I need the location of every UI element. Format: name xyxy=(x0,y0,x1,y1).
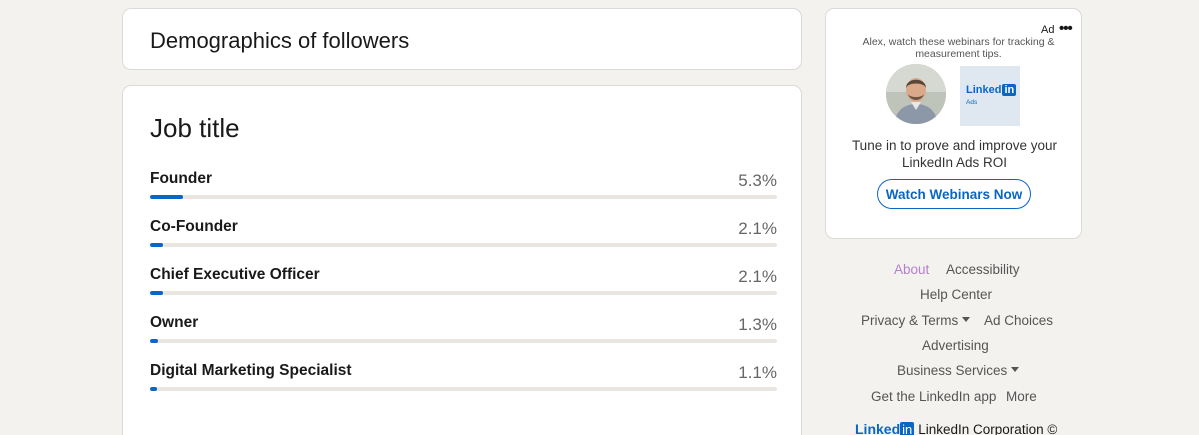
footer-more-link[interactable]: More xyxy=(1006,389,1037,404)
avatar xyxy=(886,64,946,124)
job-title-percent: 1.1% xyxy=(738,363,777,382)
logo-word: Linked xyxy=(966,84,1002,96)
more-options-icon[interactable]: ••• xyxy=(1059,20,1073,37)
job-title-percent: 2.1% xyxy=(738,267,777,286)
footer-privacy-terms-dropdown[interactable]: Privacy & Terms xyxy=(861,313,971,328)
footer-advertising-link[interactable]: Advertising xyxy=(922,338,989,353)
job-title-label: Co-Founder xyxy=(150,218,238,235)
job-title-percent: 1.3% xyxy=(738,315,777,334)
caret-down-icon xyxy=(962,317,971,322)
demographics-card: Demographics of followers xyxy=(122,8,802,70)
percent-bar-fill xyxy=(150,387,157,391)
percent-bar-fill xyxy=(150,291,164,295)
linkedin-ads-logo: Linked in Ads xyxy=(960,66,1020,126)
job-title-card: Job title Founder 5.3% Co-Founder 2.1% C… xyxy=(122,85,802,435)
footer-business-services-dropdown[interactable]: Business Services xyxy=(897,363,1020,378)
demographics-title: Demographics of followers xyxy=(150,28,410,53)
job-title-label: Founder xyxy=(150,170,212,187)
job-title-heading: Job title xyxy=(150,113,240,143)
footer-brand: Linked in LinkedIn Corporation © xyxy=(855,421,1057,435)
percent-bar-fill xyxy=(150,195,184,199)
job-title-row: Digital Marketing Specialist 1.1% xyxy=(150,362,777,402)
footer-help-center-link[interactable]: Help Center xyxy=(920,287,992,302)
ad-label: Ad xyxy=(1041,24,1055,36)
footer-about-link[interactable]: About xyxy=(894,262,929,277)
percent-bar-track xyxy=(150,291,777,295)
job-title-label: Digital Marketing Specialist xyxy=(150,362,352,379)
percent-bar-track xyxy=(150,387,777,391)
job-title-row: Founder 5.3% xyxy=(150,170,777,210)
watch-webinars-button[interactable]: Watch Webinars Now xyxy=(877,179,1031,209)
ad-card[interactable]: Ad ••• Alex, watch these webinars for tr… xyxy=(825,8,1082,239)
footer-get-app-link[interactable]: Get the LinkedIn app xyxy=(871,389,996,404)
job-title-row: Co-Founder 2.1% xyxy=(150,218,777,258)
corporation-text: LinkedIn Corporation © xyxy=(918,422,1058,435)
privacy-terms-label: Privacy & Terms xyxy=(861,313,959,328)
business-services-label: Business Services xyxy=(897,363,1008,378)
percent-bar-track xyxy=(150,195,777,199)
caret-down-icon xyxy=(1011,367,1020,372)
footer-ad-choices-link[interactable]: Ad Choices xyxy=(984,313,1053,328)
logo-sub: Ads xyxy=(966,99,978,106)
percent-bar-track xyxy=(150,243,777,247)
job-title-label: Chief Executive Officer xyxy=(150,266,320,283)
job-title-row: Chief Executive Officer 2.1% xyxy=(150,266,777,306)
footer-accessibility-link[interactable]: Accessibility xyxy=(946,262,1020,277)
person-photo-icon xyxy=(886,64,946,124)
ad-body-text: Tune in to prove and improve your Linked… xyxy=(851,138,1058,170)
linkedin-logo-word: Linked xyxy=(855,421,901,435)
percent-bar-fill xyxy=(150,243,164,247)
linkedin-in-icon: in xyxy=(1002,84,1017,96)
ad-tagline: Alex, watch these webinars for tracking … xyxy=(862,36,1055,60)
job-title-row: Owner 1.3% xyxy=(150,314,777,354)
percent-bar-track xyxy=(150,339,777,343)
job-title-percent: 2.1% xyxy=(738,219,777,238)
job-title-label: Owner xyxy=(150,314,199,331)
job-title-percent: 5.3% xyxy=(738,171,777,190)
linkedin-in-icon: in xyxy=(900,422,915,435)
percent-bar-fill xyxy=(150,339,159,343)
